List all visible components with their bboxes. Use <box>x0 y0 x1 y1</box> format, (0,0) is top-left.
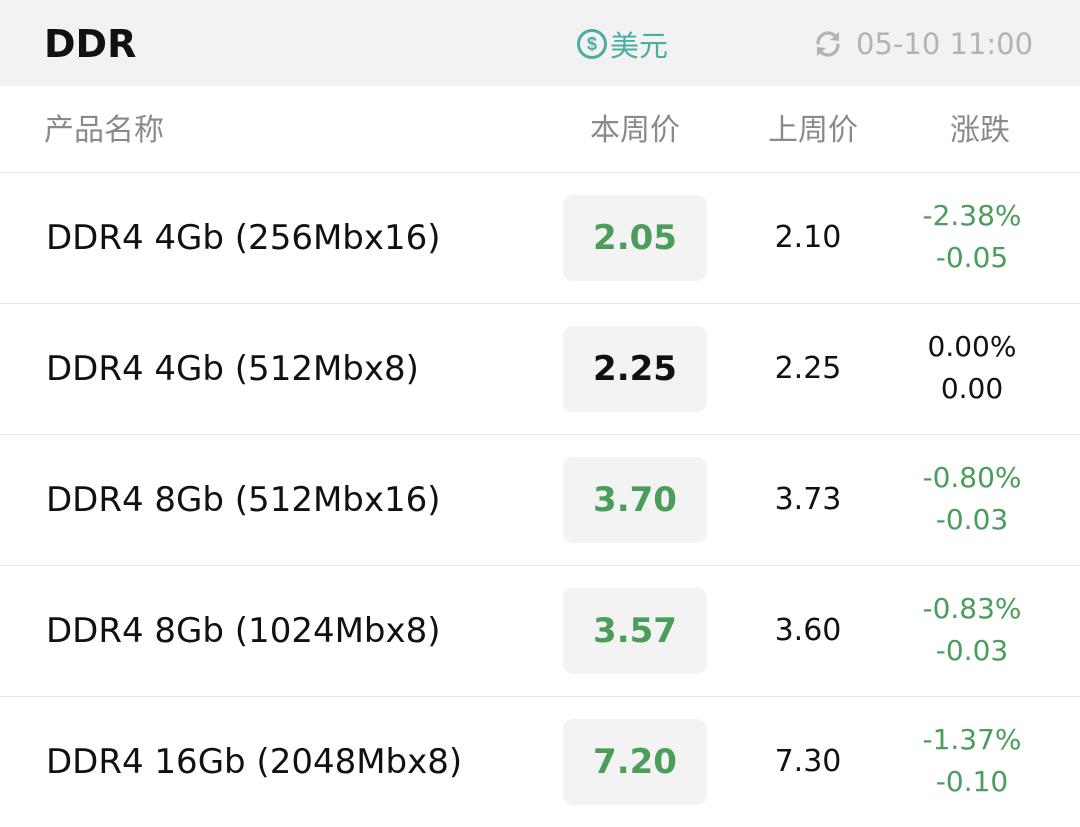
change-percent: 0.00% <box>927 330 1017 363</box>
last-week-price: 3.73 <box>774 482 842 517</box>
change-percent: -1.37% <box>922 723 1022 756</box>
this-week-price: 2.25 <box>563 326 707 412</box>
change-amount: 0.00 <box>940 372 1004 405</box>
refresh-button[interactable]: 05-10 11:00 <box>812 22 1033 66</box>
table-row[interactable]: DDR4 4Gb (256Mbx16) 2.05 2.10 -2.38% -0.05 <box>0 172 1080 303</box>
dollar-circle-icon: $ <box>577 29 607 59</box>
this-week-price: 7.20 <box>563 719 707 805</box>
page-title: DDR <box>44 22 137 66</box>
last-week-price: 3.60 <box>774 613 842 648</box>
change-percent: -0.83% <box>922 592 1022 625</box>
column-header-name: 产品名称 <box>44 113 164 148</box>
column-header-last-week: 上周价 <box>768 113 858 148</box>
last-week-price: 2.10 <box>774 220 842 255</box>
this-week-price: 3.70 <box>563 457 707 543</box>
column-header-change: 涨跌 <box>950 113 1010 148</box>
product-name: DDR4 4Gb (256Mbx16) <box>46 218 441 258</box>
change-percent: -2.38% <box>922 199 1022 232</box>
last-week-price: 7.30 <box>774 744 842 779</box>
price-change: -0.83% -0.03 <box>900 588 1044 672</box>
table-row[interactable]: DDR4 8Gb (1024Mbx8) 3.57 3.60 -0.83% -0.03 <box>0 565 1080 696</box>
update-time: 05-10 11:00 <box>856 27 1034 61</box>
product-name: DDR4 4Gb (512Mbx8) <box>46 349 419 389</box>
change-amount: -0.10 <box>935 765 1009 798</box>
price-change: 0.00% 0.00 <box>900 326 1044 410</box>
change-amount: -0.03 <box>935 634 1009 667</box>
currency-label: 美元 <box>610 29 669 63</box>
refresh-icon <box>816 31 840 57</box>
change-amount: -0.05 <box>935 241 1009 274</box>
column-header-this-week: 本周价 <box>590 113 680 148</box>
last-week-price: 2.25 <box>774 351 842 386</box>
price-change: -0.80% -0.03 <box>900 457 1044 541</box>
top-bar: DDR $ 美元 05-10 11:00 <box>0 0 1080 86</box>
change-percent: -0.80% <box>922 461 1022 494</box>
price-change: -1.37% -0.10 <box>900 719 1044 803</box>
table-row[interactable]: DDR4 8Gb (512Mbx16) 3.70 3.73 -0.80% -0.03 <box>0 434 1080 565</box>
product-name: DDR4 8Gb (1024Mbx8) <box>46 611 441 651</box>
table-row[interactable]: DDR4 16Gb (2048Mbx8) 7.20 7.30 -1.37% -0.10 <box>0 696 1080 827</box>
product-name: DDR4 16Gb (2048Mbx8) <box>46 742 463 782</box>
currency-toggle[interactable]: $ 美元 <box>577 24 668 64</box>
price-change: -2.38% -0.05 <box>900 195 1044 279</box>
table-row[interactable]: DDR4 4Gb (512Mbx8) 2.25 2.25 0.00% 0.00 <box>0 303 1080 434</box>
this-week-price: 3.57 <box>563 588 707 674</box>
product-name: DDR4 8Gb (512Mbx16) <box>46 480 441 520</box>
this-week-price: 2.05 <box>563 195 707 281</box>
change-amount: -0.03 <box>935 503 1009 536</box>
